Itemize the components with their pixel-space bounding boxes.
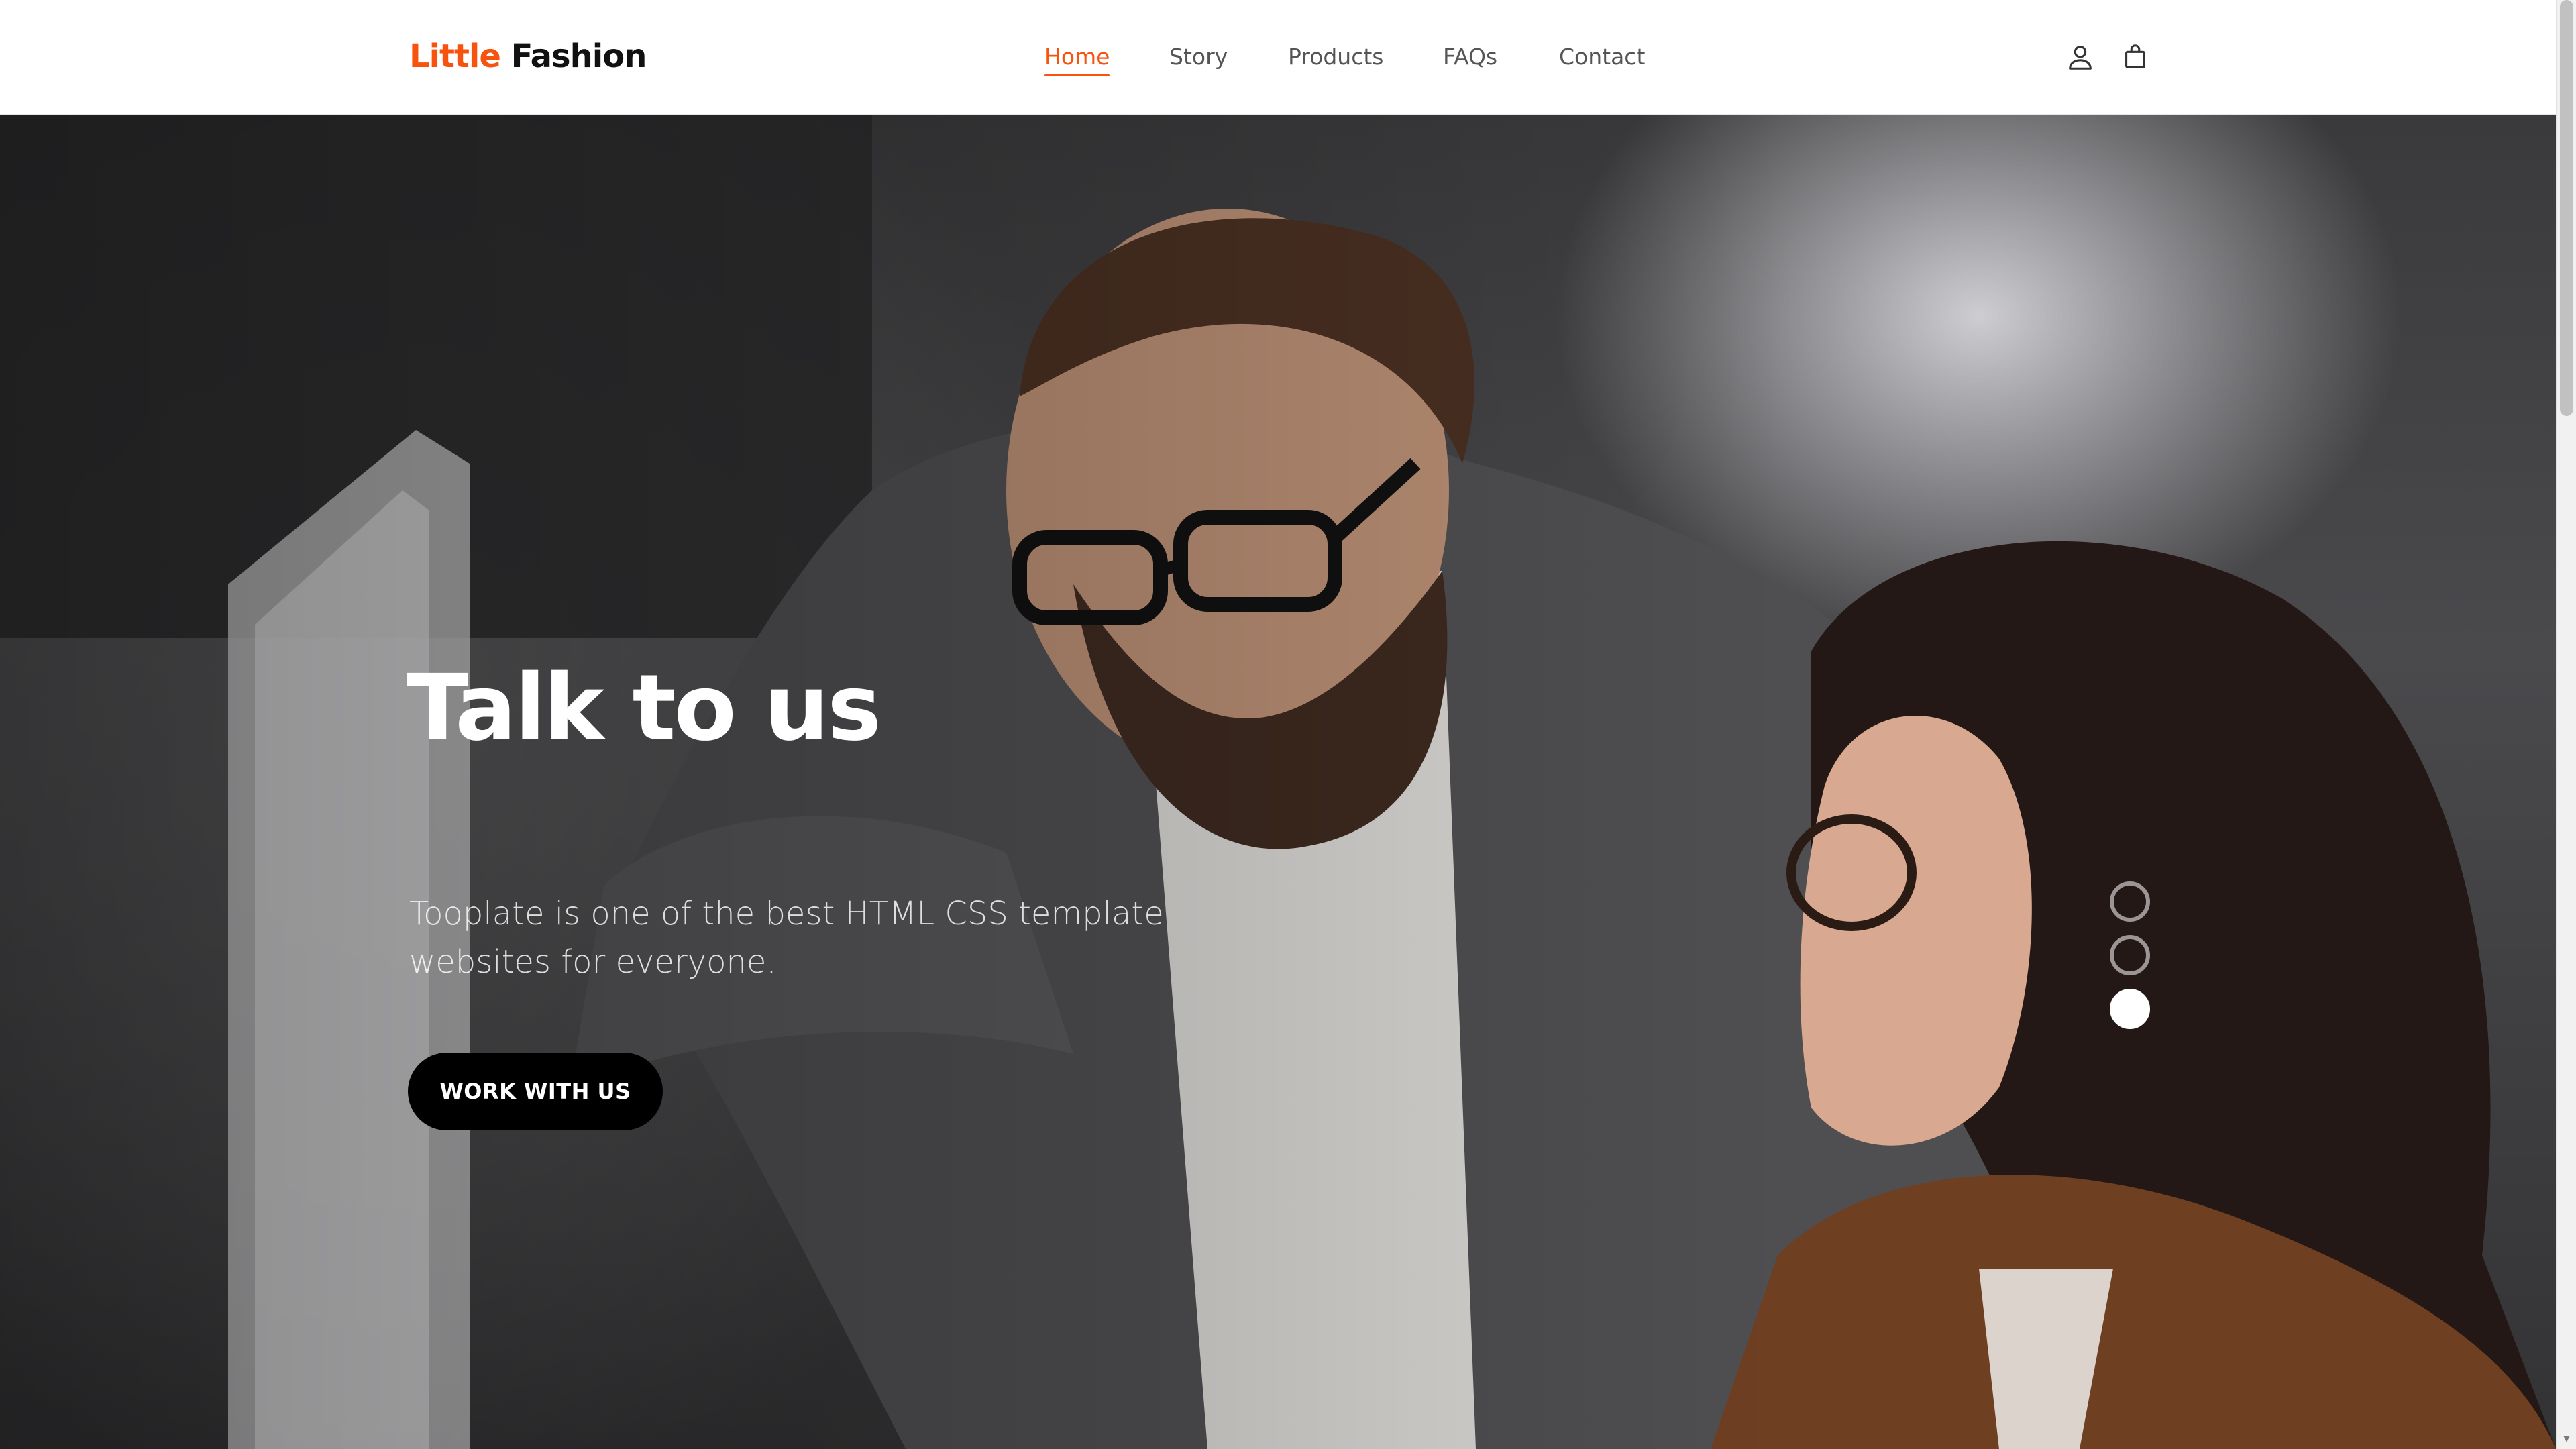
slide-indicators <box>2110 881 2150 1029</box>
hero-section: Talk to us Tooplate is one of the best H… <box>0 115 2556 1449</box>
page-scrollbar[interactable]: ▾ <box>2556 0 2576 1449</box>
scroll-down-arrow-icon[interactable]: ▾ <box>2557 1429 2576 1449</box>
hero-overlay <box>0 115 2556 1449</box>
hero-title: Talk to us <box>407 655 881 761</box>
hero-text: Tooplate is one of the best HTML CSS tem… <box>409 895 1164 981</box>
nav-link-home[interactable]: Home <box>1044 42 1110 76</box>
nav-link-faqs[interactable]: FAQs <box>1443 42 1497 72</box>
navbar: Little Fashion Home Story Products FAQs … <box>0 0 2556 115</box>
user-icon[interactable] <box>2065 42 2096 72</box>
shopping-bag-icon[interactable] <box>2120 42 2151 72</box>
work-with-us-button[interactable]: WORK WITH US <box>408 1053 663 1130</box>
slide-dot-2[interactable] <box>2110 935 2150 975</box>
nav-link-story[interactable]: Story <box>1169 42 1228 72</box>
scrollbar-thumb[interactable] <box>2560 0 2573 416</box>
main-nav: Home Story Products FAQs Contact <box>0 0 2556 115</box>
nav-link-products[interactable]: Products <box>1288 42 1384 72</box>
nav-link-contact[interactable]: Contact <box>1559 42 1645 72</box>
slide-dot-3[interactable] <box>2110 989 2150 1029</box>
slide-dot-1[interactable] <box>2110 881 2150 922</box>
